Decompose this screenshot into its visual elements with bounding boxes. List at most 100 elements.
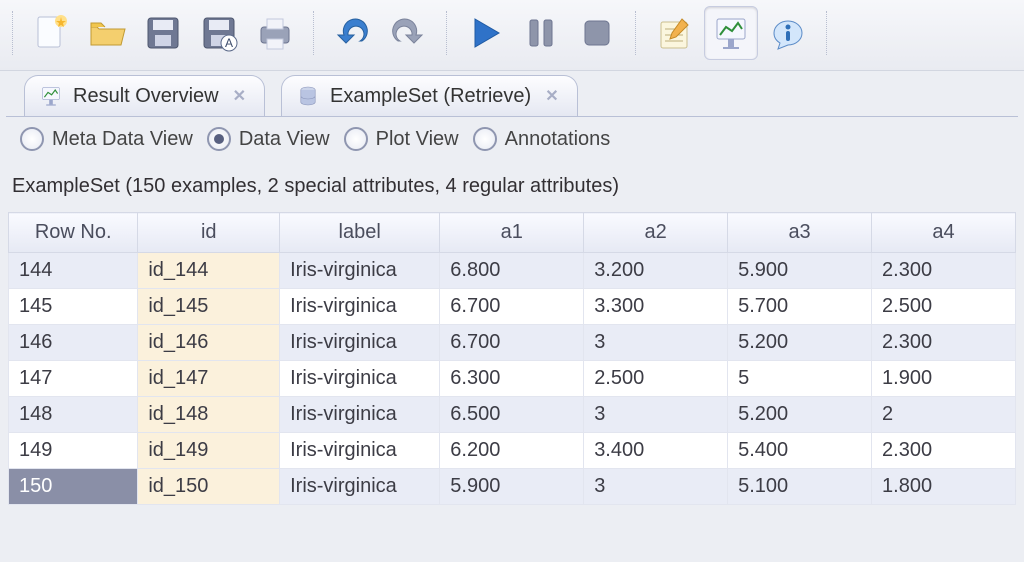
cell-a2[interactable]: 3.300 [584,289,728,325]
cell-a2[interactable]: 3.400 [584,433,728,469]
cell-id[interactable]: id_144 [138,253,280,289]
cell-label[interactable]: Iris-virginica [280,289,440,325]
info-button[interactable] [762,7,814,59]
cell-a3[interactable]: 5 [728,361,872,397]
toolbar-group-run [451,7,631,59]
cell-a2[interactable]: 3.200 [584,253,728,289]
radio-dot-icon [20,127,44,151]
open-button[interactable] [81,7,133,59]
table-row[interactable]: 149id_149Iris-virginica6.2003.4005.4002.… [9,433,1016,469]
table-row[interactable]: 148id_148Iris-virginica6.50035.2002 [9,397,1016,433]
cell-rowno[interactable]: 149 [9,433,138,469]
cell-rowno[interactable]: 150 [9,469,138,505]
toolbar-separator [12,11,13,55]
result-overview-icon [39,84,63,108]
cell-label[interactable]: Iris-virginica [280,325,440,361]
cell-a2[interactable]: 3 [584,325,728,361]
cell-a2[interactable]: 3 [584,469,728,505]
cell-a2[interactable]: 3 [584,397,728,433]
redo-icon [388,13,428,53]
close-icon[interactable]: ✕ [545,86,558,106]
cell-label[interactable]: Iris-virginica [280,433,440,469]
close-icon[interactable]: ✕ [233,86,246,106]
radio-data-view[interactable]: Data View [207,127,330,151]
cell-a3[interactable]: 5.200 [728,325,872,361]
column-header[interactable]: id [138,213,280,253]
radio-label: Annotations [505,128,611,151]
stop-icon [577,13,617,53]
cell-a2[interactable]: 2.500 [584,361,728,397]
cell-a1[interactable]: 6.500 [440,397,584,433]
column-header[interactable]: a3 [728,213,872,253]
open-folder-icon [87,13,127,53]
cell-label[interactable]: Iris-virginica [280,469,440,505]
cell-a1[interactable]: 6.300 [440,361,584,397]
cell-a1[interactable]: 6.200 [440,433,584,469]
notes-button[interactable] [648,7,700,59]
column-header[interactable]: a1 [440,213,584,253]
cell-a3[interactable]: 5.200 [728,397,872,433]
cell-a3[interactable]: 5.100 [728,469,872,505]
column-header[interactable]: a2 [584,213,728,253]
toolbar-separator [635,11,636,55]
cell-id[interactable]: id_148 [138,397,280,433]
radio-label: Data View [239,128,330,151]
tab-result-overview[interactable]: Result Overview ✕ [24,75,265,116]
redo-button[interactable] [382,7,434,59]
tab-example-set[interactable]: ExampleSet (Retrieve) ✕ [281,75,578,116]
cell-rowno[interactable]: 145 [9,289,138,325]
table-row[interactable]: 145id_145Iris-virginica6.7003.3005.7002.… [9,289,1016,325]
radio-plot-view[interactable]: Plot View [344,127,459,151]
table-row[interactable]: 150id_150Iris-virginica5.90035.1001.800 [9,469,1016,505]
toolbar-separator [446,11,447,55]
cell-a4[interactable]: 1.800 [872,469,1016,505]
undo-button[interactable] [326,7,378,59]
cell-a1[interactable]: 5.900 [440,469,584,505]
results-button[interactable] [704,6,758,60]
save-as-button[interactable]: A [193,7,245,59]
radio-meta-data-view[interactable]: Meta Data View [20,127,193,151]
cell-rowno[interactable]: 147 [9,361,138,397]
cell-rowno[interactable]: 146 [9,325,138,361]
cell-a4[interactable]: 1.900 [872,361,1016,397]
print-button[interactable] [249,7,301,59]
cell-a1[interactable]: 6.700 [440,289,584,325]
column-header[interactable]: Row No. [9,213,138,253]
cell-id[interactable]: id_147 [138,361,280,397]
cell-a3[interactable]: 5.400 [728,433,872,469]
cell-id[interactable]: id_146 [138,325,280,361]
cell-a1[interactable]: 6.800 [440,253,584,289]
cell-rowno[interactable]: 144 [9,253,138,289]
save-button[interactable] [137,7,189,59]
table-row[interactable]: 146id_146Iris-virginica6.70035.2002.300 [9,325,1016,361]
cell-a4[interactable]: 2.300 [872,325,1016,361]
new-button[interactable] [25,7,77,59]
main-toolbar: A [0,0,1024,71]
radio-annotations[interactable]: Annotations [473,127,611,151]
cell-a4[interactable]: 2.500 [872,289,1016,325]
table-row[interactable]: 147id_147Iris-virginica6.3002.50051.900 [9,361,1016,397]
column-header[interactable]: label [280,213,440,253]
table-row[interactable]: 144id_144Iris-virginica6.8003.2005.9002.… [9,253,1016,289]
pause-button[interactable] [515,7,567,59]
cell-a1[interactable]: 6.700 [440,325,584,361]
cell-a4[interactable]: 2.300 [872,433,1016,469]
play-icon [465,13,505,53]
cell-rowno[interactable]: 148 [9,397,138,433]
cell-a4[interactable]: 2 [872,397,1016,433]
column-header[interactable]: a4 [872,213,1016,253]
cell-id[interactable]: id_150 [138,469,280,505]
radio-dot-icon [344,127,368,151]
cell-a3[interactable]: 5.900 [728,253,872,289]
run-button[interactable] [459,7,511,59]
cell-label[interactable]: Iris-virginica [280,361,440,397]
cell-a3[interactable]: 5.700 [728,289,872,325]
cell-id[interactable]: id_149 [138,433,280,469]
cell-a4[interactable]: 2.300 [872,253,1016,289]
radio-dot-icon [473,127,497,151]
stop-button[interactable] [571,7,623,59]
toolbar-group-edit [318,7,442,59]
cell-id[interactable]: id_145 [138,289,280,325]
cell-label[interactable]: Iris-virginica [280,397,440,433]
cell-label[interactable]: Iris-virginica [280,253,440,289]
